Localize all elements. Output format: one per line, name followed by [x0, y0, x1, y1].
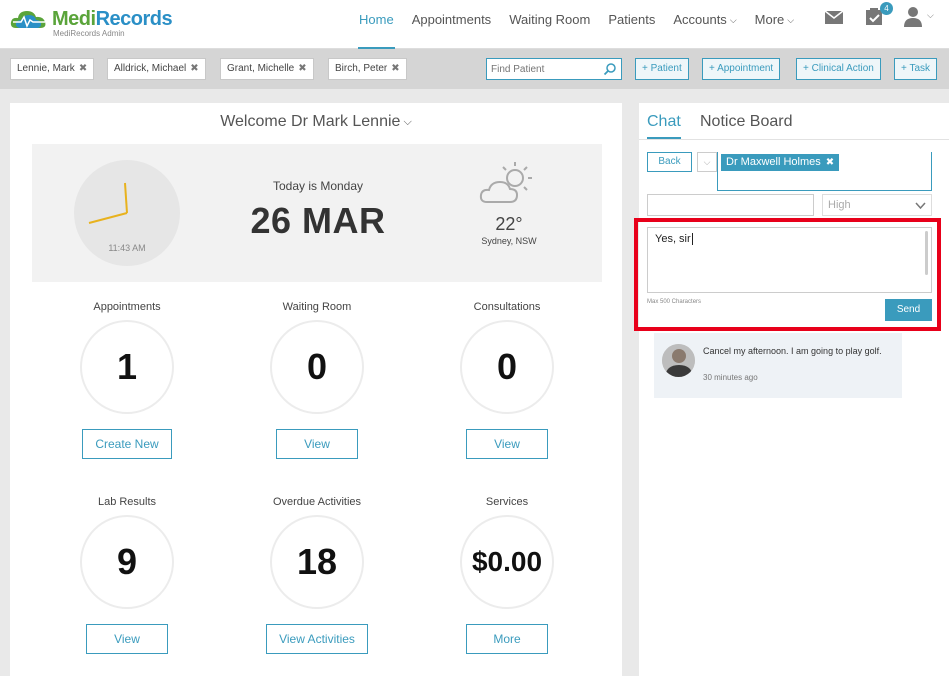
view-waiting-room-button[interactable]: View — [276, 429, 358, 459]
subject-input[interactable] — [647, 194, 814, 216]
search-icon[interactable] — [603, 62, 617, 76]
patient-tab[interactable]: Lennie, Mark ✖ — [10, 58, 95, 80]
view-consultations-button[interactable]: View — [466, 429, 548, 459]
partly-cloudy-icon — [479, 162, 532, 203]
scrollbar[interactable] — [925, 231, 928, 275]
nav-patients[interactable]: Patients — [599, 0, 664, 49]
view-lab-results-button[interactable]: View — [86, 624, 168, 654]
stat-label: Lab Results — [97, 496, 157, 508]
date-weather-banner: 11:43 AM Today is Monday 26 MAR 22° Sydn… — [32, 144, 602, 282]
stat-value: $0.00 — [460, 515, 554, 609]
view-activities-button[interactable]: View Activities — [266, 624, 368, 654]
nav-accounts[interactable]: Accounts ⌵ — [664, 0, 745, 49]
stat-value: 1 — [80, 320, 174, 414]
add-appointment-button[interactable]: + Appointment — [702, 58, 781, 80]
patient-tab[interactable]: Alldrick, Michael ✖ — [107, 58, 206, 80]
person-avatar-icon — [662, 344, 695, 377]
user-icon — [904, 7, 922, 27]
stat-value: 0 — [270, 320, 364, 414]
current-date: 26 MAR — [250, 200, 386, 241]
nav-waiting-room[interactable]: Waiting Room — [500, 0, 599, 49]
close-icon[interactable]: ✖ — [826, 157, 834, 168]
stat-value: 0 — [460, 320, 554, 414]
recipients-field[interactable]: Dr Maxwell Holmes ✖ — [717, 152, 932, 191]
chevron-down-icon: ⌵ — [403, 116, 412, 128]
weather-location: Sydney, NSW — [481, 236, 537, 246]
add-clinical-action-button[interactable]: + Clinical Action — [796, 58, 881, 80]
text-cursor: ​ — [691, 233, 693, 245]
stat-label: Overdue Activities — [272, 496, 362, 508]
chevron-down-icon: ⌵ — [729, 15, 737, 25]
stat-label: Consultations — [473, 301, 541, 313]
close-icon[interactable]: ✖ — [190, 63, 198, 74]
welcome-heading[interactable]: Welcome Dr Mark Lennie ⌵ — [10, 113, 622, 131]
chevron-down-icon: ⌵ — [787, 15, 795, 25]
priority-select[interactable]: High — [822, 194, 932, 216]
dashboard-panel: Welcome Dr Mark Lennie ⌵ 11:43 AM Today i… — [10, 103, 622, 676]
main-nav: Home Appointments Waiting Room Patients … — [350, 0, 803, 49]
recipient-chip: Dr Maxwell Holmes ✖ — [721, 154, 840, 171]
tab-divider — [639, 139, 949, 140]
nav-home[interactable]: Home — [350, 0, 403, 49]
temperature: 22° — [495, 214, 523, 234]
tab-chat[interactable]: Chat — [647, 113, 681, 139]
chat-message[interactable]: Cancel my afternoon. I am going to play … — [654, 333, 902, 398]
more-services-button[interactable]: More — [466, 624, 548, 654]
analog-clock: 11:43 AM — [74, 160, 180, 266]
message-timestamp: 30 minutes ago — [703, 373, 758, 382]
close-icon[interactable]: ✖ — [391, 63, 399, 74]
today-label: Today is Monday — [272, 179, 364, 193]
message-textarea[interactable]: Yes, sir​ — [647, 227, 932, 293]
chevron-down-icon — [915, 202, 926, 210]
patient-tab[interactable]: Birch, Peter ✖ — [328, 58, 407, 80]
medirecords-logo[interactable]: MediRecords MediRecords Admin — [10, 6, 173, 42]
patient-tabs-bar: Lennie, Mark ✖ Alldrick, Michael ✖ Grant, … — [0, 49, 949, 89]
top-navbar: MediRecords MediRecords Admin Home Appoi… — [0, 0, 949, 49]
cloud-logo-icon — [10, 11, 46, 28]
close-icon[interactable]: ✖ — [79, 63, 87, 74]
stat-label: Services — [485, 496, 529, 508]
chevron-down-icon: ⌵ — [703, 157, 711, 167]
clock-time: 11:43 AM — [108, 243, 146, 253]
close-icon[interactable]: ✖ — [298, 63, 306, 74]
max-chars-note: Max 500 Characters — [647, 299, 702, 305]
send-button[interactable]: Send — [885, 299, 932, 321]
nav-icons: 4 ⌵ — [823, 2, 935, 28]
brand-name: MediRecords — [52, 8, 173, 30]
find-patient-input[interactable] — [487, 59, 599, 80]
tasks-count-badge: 4 — [880, 2, 893, 15]
brand-subtitle: MediRecords Admin — [53, 29, 125, 38]
back-button[interactable]: Back — [647, 152, 692, 172]
tasks-button[interactable]: 4 — [863, 2, 893, 28]
message-text: Cancel my afternoon. I am going to play … — [703, 346, 882, 356]
avatar — [662, 344, 695, 377]
chevron-down-icon: ⌵ — [927, 10, 934, 20]
stat-label: Waiting Room — [282, 301, 352, 313]
stat-value: 18 — [270, 515, 364, 609]
stat-value: 9 — [80, 515, 174, 609]
tab-notice-board[interactable]: Notice Board — [700, 113, 793, 131]
patient-tab[interactable]: Grant, Michelle ✖ — [220, 58, 314, 80]
recipient-dropdown-button[interactable]: ⌵ — [697, 152, 717, 172]
create-appointment-button[interactable]: Create New — [82, 429, 172, 459]
chat-panel: Chat Notice Board Back ⌵ Dr Maxwell Holm… — [639, 103, 949, 676]
stat-label: Appointments — [93, 301, 161, 313]
user-menu[interactable]: ⌵ — [903, 6, 935, 28]
add-task-button[interactable]: + Task — [894, 58, 937, 80]
find-patient-box — [486, 58, 622, 80]
mail-icon[interactable] — [823, 6, 845, 28]
nav-more[interactable]: More ⌵ — [746, 0, 803, 49]
add-patient-button[interactable]: + Patient — [635, 58, 689, 80]
nav-appointments[interactable]: Appointments — [403, 0, 501, 49]
